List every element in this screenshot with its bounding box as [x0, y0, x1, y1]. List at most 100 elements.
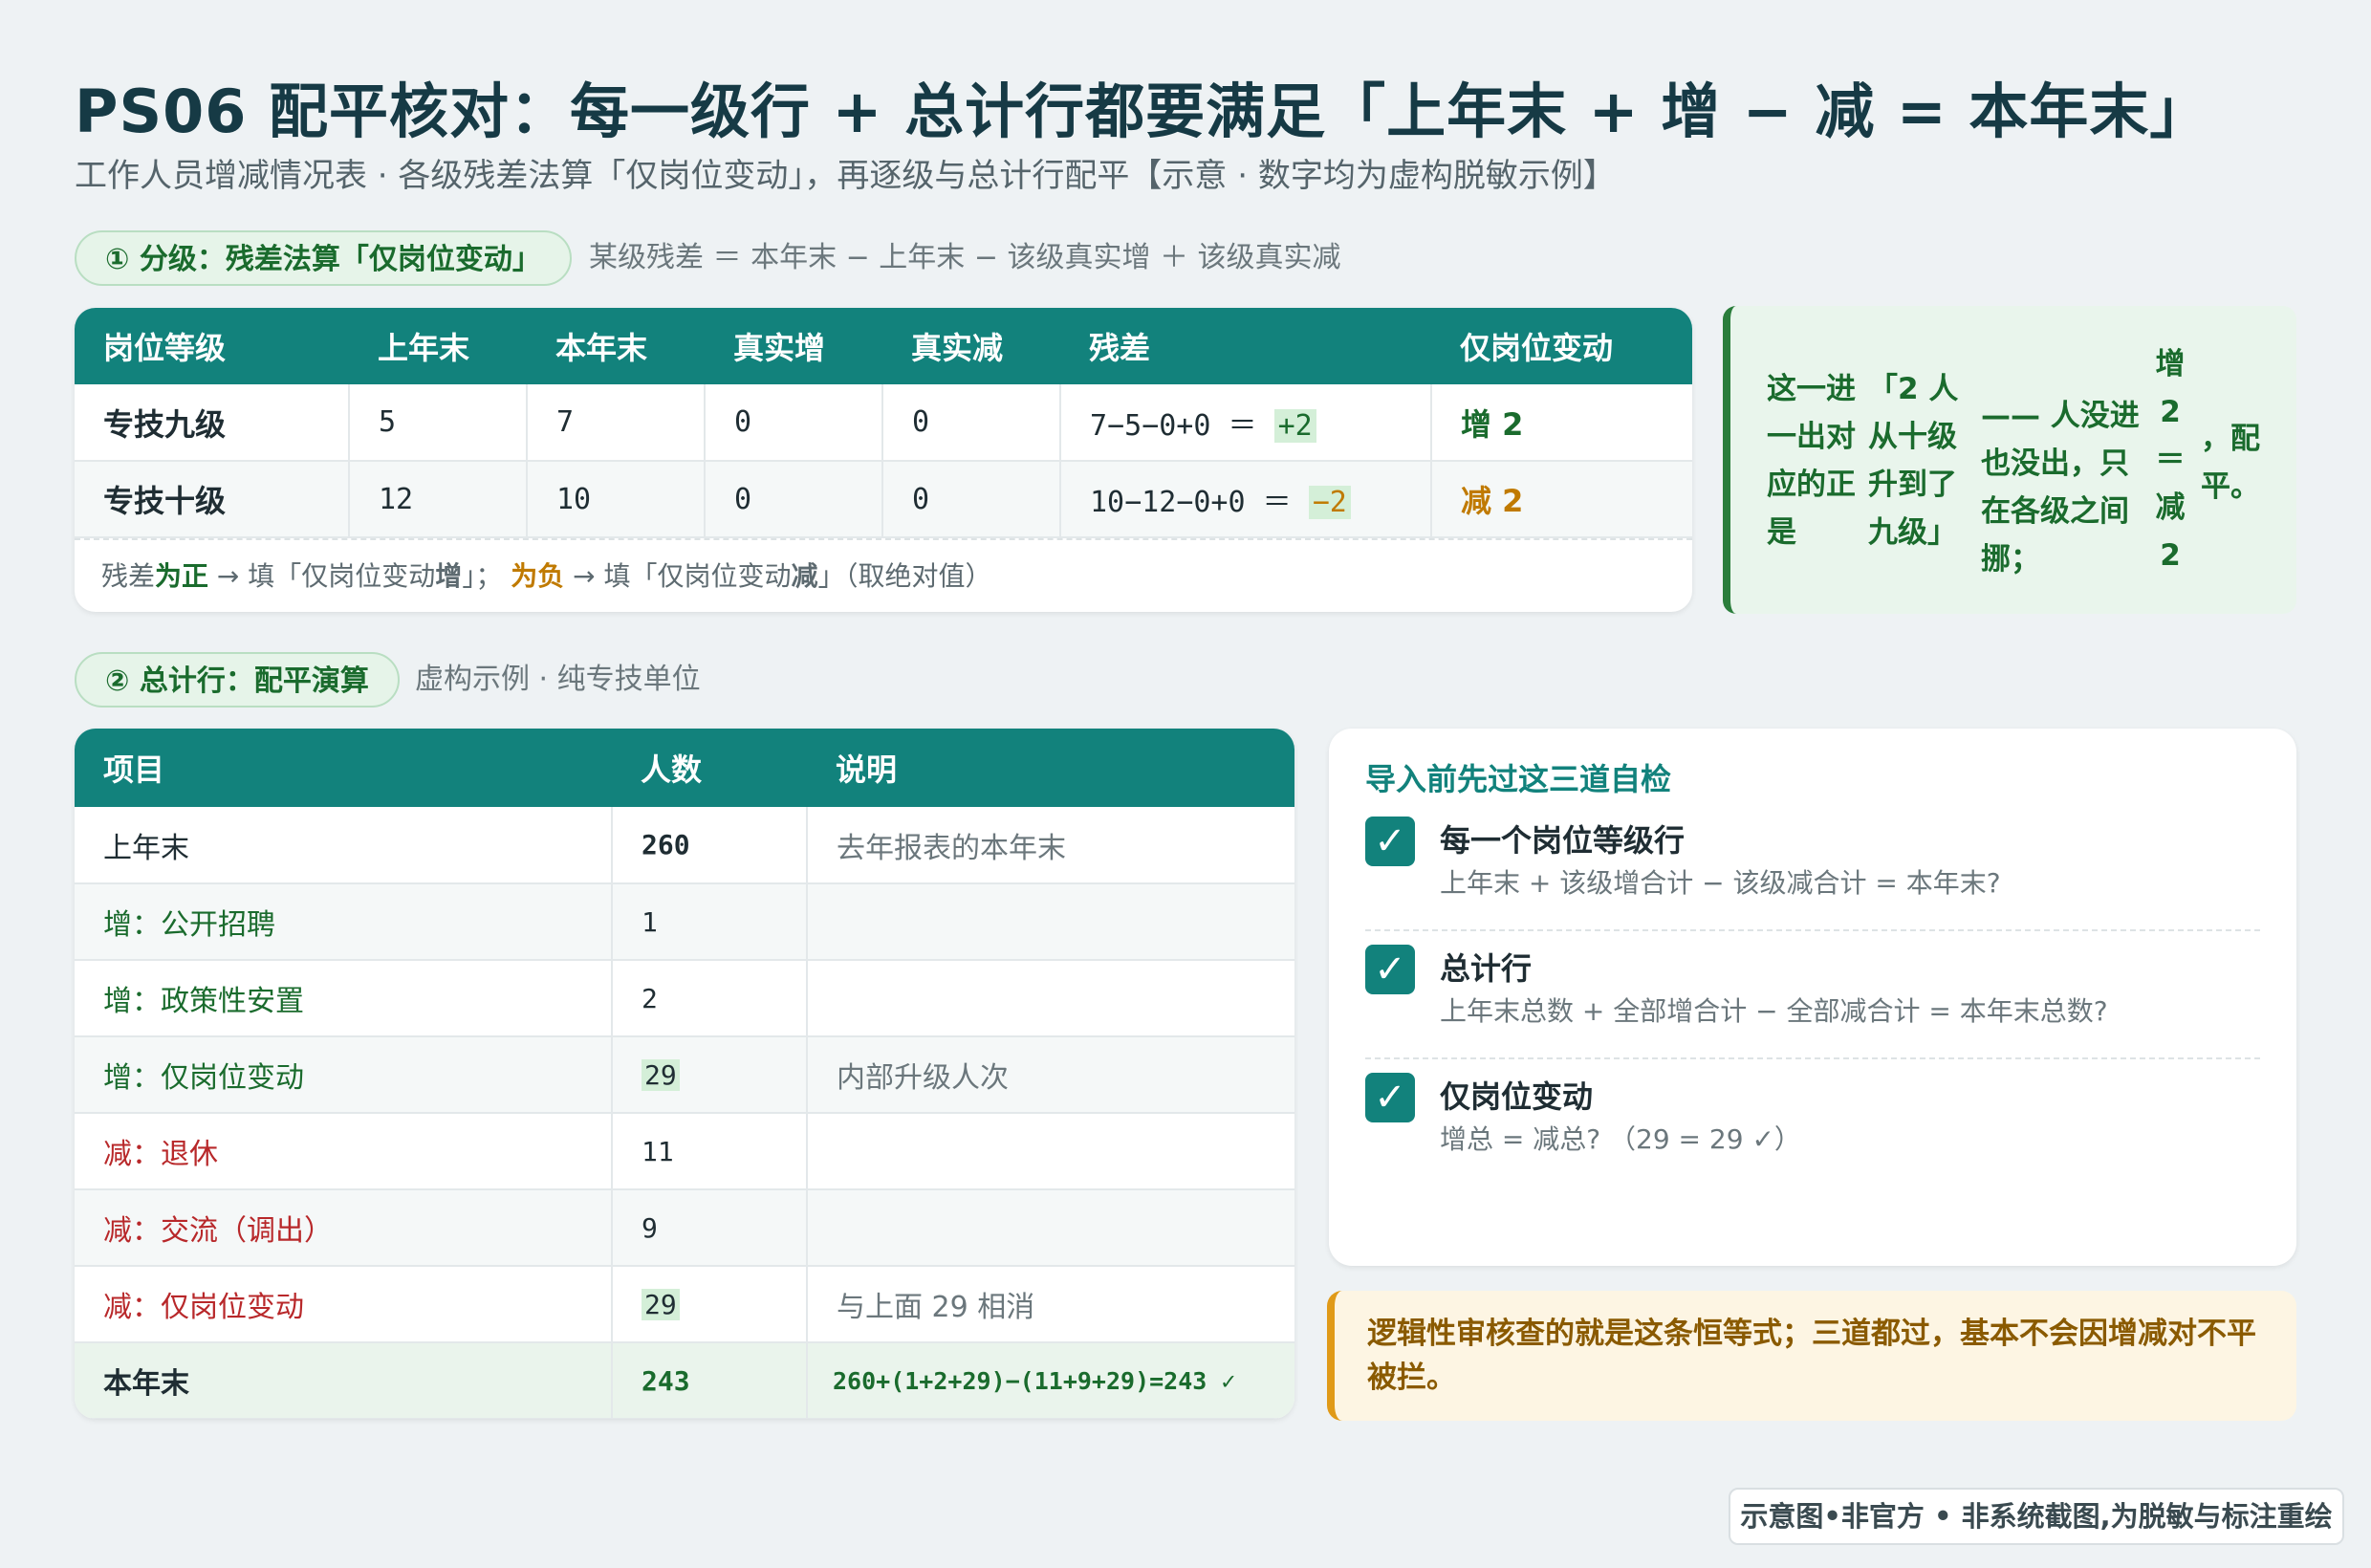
table-row: 减：仅岗位变动 29 与上面 29 相消 [75, 1266, 1294, 1343]
residual-calc: 10−12−0+0 ＝ −2 [1060, 461, 1432, 538]
col-header-curr: 本年末 [527, 308, 705, 384]
residual-result: −2 [1308, 486, 1351, 519]
dec-value: 0 [882, 461, 1061, 538]
col-header-level: 岗位等级 [75, 308, 349, 384]
table-row-total: 本年末 243 260+(1+2+29)−(11+9+29)=243 ✓ [75, 1342, 1294, 1419]
total-table: 项目 人数 说明 上年末 260 去年报表的本年末 增：公开招聘 1 增：政策性… [75, 729, 1294, 1419]
item-label: 增：公开招聘 [75, 883, 613, 961]
explanation-part3: —— 人没进也没出，只在各级之间挪； [1981, 399, 2140, 577]
residual-formula: 某级残差 ＝ 本年末 − 上年末 − 该级真实增 ＋ 该级真实减 [589, 241, 1341, 274]
prev-value: 5 [349, 384, 528, 462]
item-count-cell: 29 [612, 1266, 808, 1343]
col-header-count: 人数 [612, 729, 807, 807]
balance-explanation: 这一进一出对应的正是 「2 人从十级升到了九级」 —— 人没进也没出，只在各级之… [1723, 306, 2296, 614]
item-desc: 与上面 29 相消 [807, 1266, 1294, 1343]
explanation-part2: 「2 人从十级升到了九级」 [1868, 372, 1959, 550]
col-header-inc: 真实增 [705, 308, 882, 384]
explanation-part5: ，配平。 [2201, 422, 2260, 504]
curr-value: 10 [527, 461, 706, 538]
inc-value: 0 [705, 461, 883, 538]
item-count: 29 [642, 1288, 680, 1320]
col-header-prev: 上年末 [349, 308, 527, 384]
col-header-dec: 真实减 [882, 308, 1060, 384]
col-header-desc: 说明 [807, 729, 1294, 807]
item-count: 260 [612, 807, 808, 884]
self-check-title: 导入前先过这三道自检 [1365, 761, 1672, 797]
note-negative: 为负 [511, 560, 565, 592]
col-header-item: 项目 [75, 729, 612, 807]
table-row: 减：交流（调出） 9 [75, 1189, 1294, 1267]
divider [1365, 929, 2260, 931]
table-row: 专技十级 12 10 0 0 10−12−0+0 ＝ −2 减 2 [75, 461, 1692, 538]
level-table: 岗位等级 上年末 本年末 真实增 真实减 残差 仅岗位变动 专技九级 5 7 0… [75, 308, 1692, 538]
item-count: 1 [612, 883, 808, 961]
section1-pill: ① 分级：残差法算「仅岗位变动」 [75, 230, 572, 286]
table-row: 减：退休 11 [75, 1113, 1294, 1190]
item-label: 上年末 [75, 807, 613, 884]
disclaimer-badge: 示意图•非官方 • 非系统截图,为脱敏与标注重绘 [1729, 1488, 2344, 1545]
section2-note: 虚构示例 · 纯专技单位 [415, 663, 701, 696]
residual-expression: 7−5−0+0 ＝ [1090, 408, 1274, 443]
note-text: 」（取绝对值） [817, 560, 992, 592]
item-desc [807, 1113, 1294, 1190]
total-table-header: 项目 人数 说明 [75, 729, 1294, 807]
dec-value: 0 [882, 384, 1061, 462]
total-table-card: 项目 人数 说明 上年末 260 去年报表的本年末 增：公开招聘 1 增：政策性… [75, 729, 1294, 1419]
item-count: 2 [612, 960, 808, 1037]
item-label: 减：仅岗位变动 [75, 1266, 613, 1343]
item-count-cell: 29 [612, 1036, 808, 1114]
check-item-desc: 增总 = 减总? （29 = 29 ✓） [1440, 1123, 1801, 1155]
table-row: 专技九级 5 7 0 0 7−5−0+0 ＝ +2 增 2 [75, 384, 1692, 462]
check-item-desc: 上年末总数 + 全部增合计 − 全部减合计 = 本年末总数? [1440, 995, 2108, 1027]
item-label: 增：政策性安置 [75, 960, 613, 1037]
explanation-part4: 增 2 ＝ 减 2 [2155, 347, 2186, 573]
check-item-title: 总计行 [1440, 950, 1533, 987]
note-text: 残差 [101, 560, 156, 592]
note-text: → 填「仅岗位变动 [208, 560, 436, 592]
item-count: 243 [612, 1342, 808, 1419]
self-check-card: 导入前先过这三道自检 ✓ 每一个岗位等级行 上年末 + 该级增合计 − 该级减合… [1329, 729, 2296, 1266]
col-header-change: 仅岗位变动 [1431, 308, 1692, 384]
inc-value: 0 [705, 384, 883, 462]
item-count: 29 [642, 1058, 680, 1091]
item-desc [807, 1189, 1294, 1267]
table-row: 上年末 260 去年报表的本年末 [75, 807, 1294, 884]
note-text: 」； [462, 560, 511, 592]
item-label: 本年末 [75, 1342, 613, 1419]
curr-value: 7 [527, 384, 706, 462]
check-item-desc: 上年末 + 该级增合计 − 该级减合计 = 本年末? [1440, 867, 2001, 899]
item-desc: 260+(1+2+29)−(11+9+29)=243 ✓ [807, 1342, 1294, 1419]
checkbox-checked-icon: ✓ [1365, 945, 1415, 994]
residual-result: +2 [1273, 408, 1316, 443]
note-inc-word: 增 [435, 560, 463, 592]
divider [1365, 1057, 2260, 1059]
summary-callout: 逻辑性审核查的就是这条恒等式；三道都过，基本不会因增减对不平被拦。 [1327, 1291, 2296, 1421]
level-table-header: 岗位等级 上年末 本年末 真实增 真实减 残差 仅岗位变动 [75, 308, 1692, 384]
table-row: 增：公开招聘 1 [75, 883, 1294, 961]
item-label: 增：仅岗位变动 [75, 1036, 613, 1114]
checkbox-checked-icon: ✓ [1365, 1073, 1415, 1122]
note-positive: 为正 [155, 560, 209, 592]
check-item-title: 每一个岗位等级行 [1440, 822, 1686, 859]
prev-value: 12 [349, 461, 528, 538]
item-count: 9 [612, 1189, 808, 1267]
summary-callout-text: 逻辑性审核查的就是这条恒等式；三道都过，基本不会因增减对不平被拦。 [1367, 1317, 2256, 1395]
item-label: 减：退休 [75, 1113, 613, 1190]
table-row: 增：仅岗位变动 29 内部升级人次 [75, 1036, 1294, 1114]
section2-pill: ② 总计行：配平演算 [75, 652, 400, 708]
table-row: 增：政策性安置 2 [75, 960, 1294, 1037]
page-title: PS06 配平核对：每一级行 + 总计行都要满足「上年末 + 增 − 减 = 本… [75, 76, 2210, 146]
note-text: → 填「仅岗位变动 [564, 560, 792, 592]
checkbox-checked-icon: ✓ [1365, 817, 1415, 866]
level-name: 专技十级 [75, 461, 350, 538]
item-desc: 内部升级人次 [807, 1036, 1294, 1114]
item-desc [807, 883, 1294, 961]
item-count: 11 [612, 1113, 808, 1190]
change-value: 增 2 [1431, 384, 1692, 462]
item-desc: 去年报表的本年末 [807, 807, 1294, 884]
level-name: 专技九级 [75, 384, 350, 462]
item-label: 减：交流（调出） [75, 1189, 613, 1267]
residual-rule-note: 残差为正 → 填「仅岗位变动增」； 为负 → 填「仅岗位变动减」（取绝对值） [75, 538, 1692, 612]
item-desc [807, 960, 1294, 1037]
change-value: 减 2 [1431, 461, 1692, 538]
